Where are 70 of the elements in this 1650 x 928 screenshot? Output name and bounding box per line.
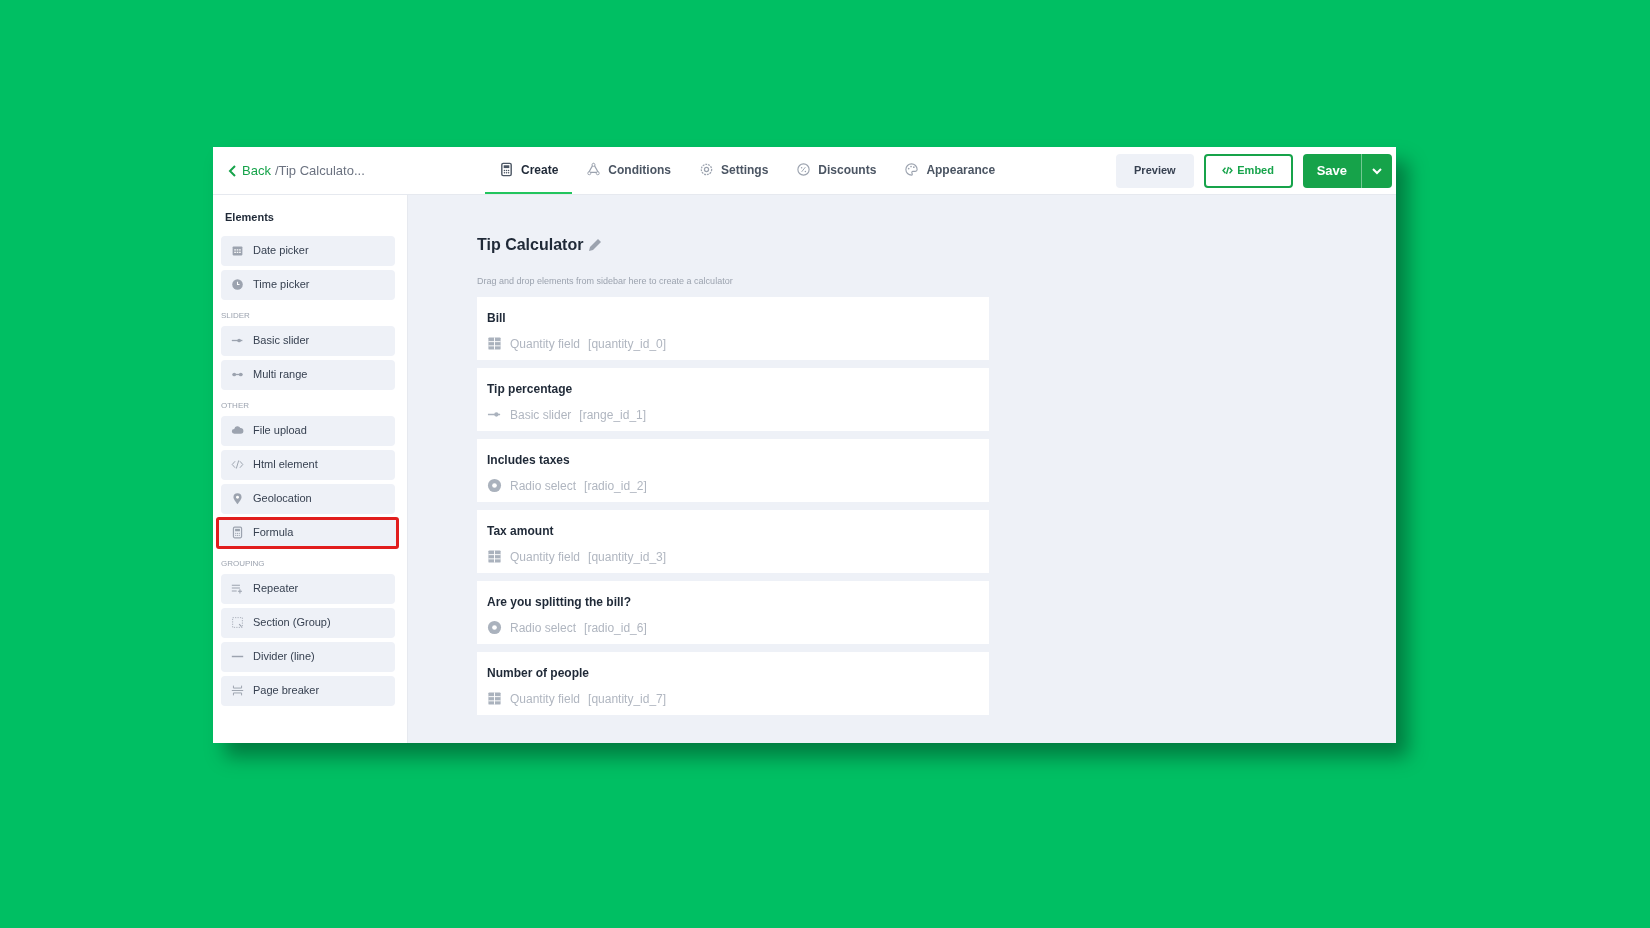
grid-icon (487, 691, 502, 706)
cloud-icon (231, 424, 244, 437)
sidebar-item[interactable]: Divider (line) (221, 641, 395, 672)
nav-tab[interactable]: Settings (685, 147, 783, 194)
calculator-icon (499, 162, 514, 177)
field-card[interactable]: Bill Quantity field [quantity_id_0] (477, 296, 989, 360)
code-icon (231, 458, 244, 471)
instruction-text: Drag and drop elements from sidebar here to create a calculator (477, 275, 734, 288)
pencil-icon[interactable] (587, 237, 604, 253)
grid-icon (487, 336, 502, 351)
field-type: Quantity field (510, 548, 581, 566)
sidebar-item[interactable]: Basic slider (221, 325, 395, 356)
sidebar-item[interactable]: File upload (221, 415, 395, 446)
section-heading: GROUPING (221, 557, 265, 570)
field-type: Radio select (510, 619, 577, 637)
field-card[interactable]: Tip percentage Basic slider [range_id_1] (477, 367, 989, 431)
sidebar-item[interactable]: Formula (217, 517, 398, 548)
field-id: [quantity_id_3] (588, 548, 667, 566)
field-label: Are you splitting the bill? (487, 593, 631, 611)
sidebar-item[interactable]: Section (Group) (221, 607, 395, 638)
palette-icon (904, 162, 920, 177)
field-id: [radio_id_6] (584, 619, 647, 637)
calendar-icon (231, 244, 244, 257)
field-card[interactable]: Includes taxes Radio select [radio_id_2] (477, 438, 989, 502)
field-id: [quantity_id_7] (588, 690, 667, 708)
nav-tab[interactable]: Appearance (890, 147, 1010, 194)
sidebar-item[interactable]: Geolocation (221, 483, 395, 514)
nav-tab[interactable]: Conditions (572, 147, 685, 194)
radio-icon (487, 478, 502, 493)
percent-icon (796, 162, 812, 177)
sidebar-item[interactable]: Date picker (221, 235, 395, 266)
field-id: [quantity_id_0] (588, 335, 667, 353)
section-heading: OTHER (221, 399, 249, 412)
sidebar-item[interactable]: Page breaker (221, 675, 395, 706)
clock-icon (231, 278, 244, 291)
section-heading: SLIDER (221, 309, 250, 322)
nav-tab[interactable]: Discounts (782, 147, 891, 194)
field-label: Number of people (487, 664, 589, 682)
field-type: Quantity field (510, 690, 581, 708)
field-id: [radio_id_2] (584, 477, 647, 495)
sidebar-item[interactable]: Repeater (221, 573, 395, 604)
preview-button[interactable]: Preview (1116, 153, 1194, 188)
location-pin-icon (231, 492, 244, 505)
field-id: [range_id_1] (579, 406, 647, 424)
sidebar-title: Elements (224, 210, 275, 225)
sidebar-item[interactable]: Html element (221, 449, 395, 480)
field-label: Includes taxes (487, 451, 570, 469)
field-card[interactable]: Number of people Quantity field [quantity_id_7] (477, 651, 989, 715)
sidebar-item[interactable]: Multi range (221, 359, 395, 390)
field-type: Basic slider (510, 406, 572, 424)
field-label: Tip percentage (487, 380, 573, 398)
field-label: Tax amount (487, 522, 554, 540)
field-card[interactable]: Tax amount Quantity field [quantity_id_3] (477, 509, 989, 573)
grid-icon (487, 549, 502, 564)
dashed-square-icon (231, 616, 244, 629)
field-card[interactable]: Are you splitting the bill? Radio select [radio_id_6] (477, 580, 989, 644)
sidebar-item[interactable]: Time picker (221, 269, 395, 300)
radio-icon (487, 620, 502, 635)
field-label: Bill (487, 309, 506, 327)
calculator-title: Tip Calculator (477, 235, 584, 255)
code-icon (1222, 165, 1234, 176)
calculator-icon (231, 526, 244, 539)
field-type: Radio select (510, 477, 577, 495)
field-type: Quantity field (510, 335, 581, 353)
settings-icon (699, 162, 714, 177)
list-plus-icon (231, 582, 244, 595)
chevron-left-icon (228, 164, 238, 177)
page-break-icon (231, 684, 244, 697)
breadcrumb-title: /Tip Calculato... (274, 161, 365, 180)
triangle-nodes-icon (586, 162, 602, 177)
